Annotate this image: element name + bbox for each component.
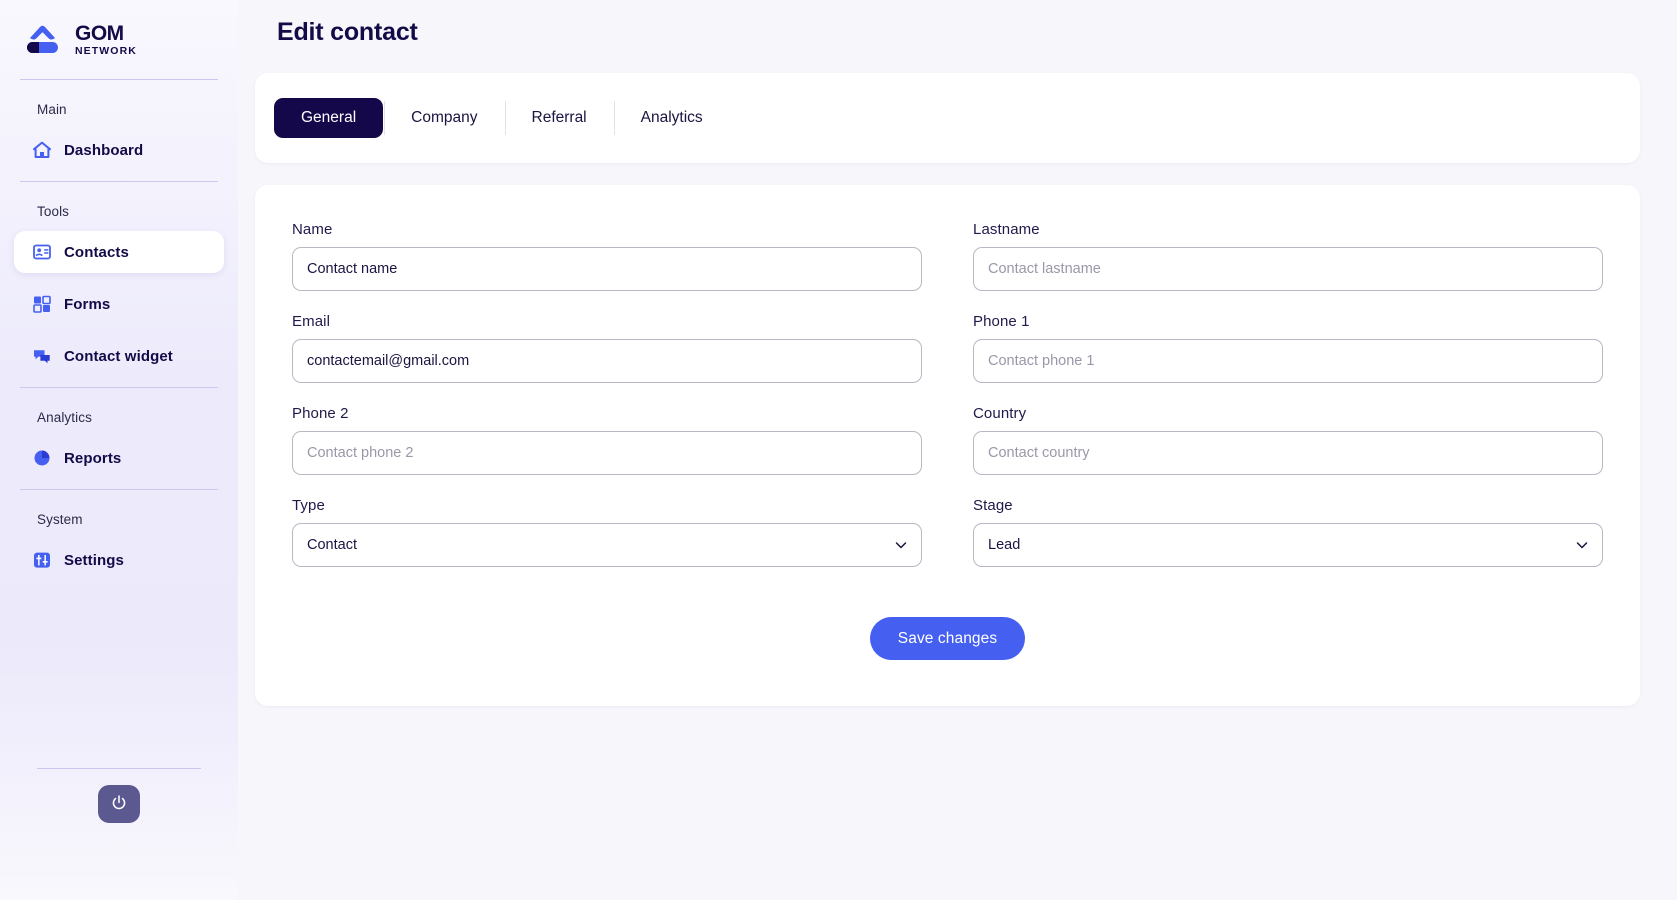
sidebar-item-contacts[interactable]: Contacts xyxy=(14,231,224,273)
tab-referral[interactable]: Referral xyxy=(504,98,614,138)
sidebar-divider-bottom xyxy=(37,768,201,769)
contact-card-icon xyxy=(32,242,52,262)
brand-text: GOM NETWORK xyxy=(75,23,137,57)
tab-general[interactable]: General xyxy=(274,98,384,138)
phone2-label: Phone 2 xyxy=(292,405,349,422)
field-email: Email xyxy=(292,313,922,383)
lastname-label: Lastname xyxy=(973,221,1040,238)
save-row: Save changes xyxy=(273,589,1622,660)
sidebar-item-label: Dashboard xyxy=(64,141,144,159)
sidebar-group-analytics: Reports xyxy=(0,437,238,489)
name-label: Name xyxy=(292,221,333,238)
forms-grid-icon xyxy=(32,294,52,314)
email-label: Email xyxy=(292,313,331,330)
page-title: Edit contact xyxy=(277,18,418,46)
sidebar-group-system: Settings xyxy=(0,539,238,591)
field-phone2: Phone 2 xyxy=(292,405,922,475)
field-name: Name xyxy=(292,221,922,291)
country-label: Country xyxy=(973,405,1027,422)
sidebar-item-label: Forms xyxy=(64,295,111,313)
lastname-input[interactable] xyxy=(973,247,1603,291)
sidebar-item-reports[interactable]: Reports xyxy=(14,437,224,479)
stage-select-wrap: Lead xyxy=(973,523,1603,567)
save-changes-button[interactable]: Save changes xyxy=(869,617,1026,660)
tab-label: Company xyxy=(411,109,478,126)
type-label: Type xyxy=(292,497,325,514)
sidebar-item-label: Settings xyxy=(64,551,124,569)
field-type: Type Contact xyxy=(292,497,922,567)
field-lastname: Lastname xyxy=(973,221,1603,291)
tab-label: Referral xyxy=(531,109,587,126)
field-stage: Stage Lead xyxy=(973,497,1603,567)
main-content: Edit contact General Company Referral An… xyxy=(238,0,1677,900)
cloud-arrow-logo-icon xyxy=(20,22,66,58)
phone1-label: Phone 1 xyxy=(973,313,1030,330)
sliders-icon xyxy=(32,550,52,570)
field-country: Country xyxy=(973,405,1603,475)
field-phone1: Phone 1 xyxy=(973,313,1603,383)
sidebar: GOM NETWORK Main Dashboard Tools Contact… xyxy=(0,0,238,900)
sidebar-group-tools: Contacts Forms Contact widget xyxy=(0,231,238,387)
brand-logo[interactable]: GOM NETWORK xyxy=(0,0,238,79)
tab-analytics[interactable]: Analytics xyxy=(613,98,730,138)
sidebar-section-main: Main xyxy=(37,102,67,117)
sidebar-section-tools: Tools xyxy=(37,204,70,219)
chat-bubbles-icon xyxy=(32,346,52,366)
sidebar-item-label: Reports xyxy=(64,449,122,467)
app-root: GOM NETWORK Main Dashboard Tools Contact… xyxy=(0,0,1677,900)
sidebar-section-system: System xyxy=(37,512,83,527)
tab-label: General xyxy=(301,109,357,126)
contact-form: Name Lastname Email Phone 1 Phone 2 xyxy=(255,185,1640,706)
brand-name: GOM xyxy=(75,21,124,45)
tab-company[interactable]: Company xyxy=(384,98,504,138)
type-select-wrap: Contact xyxy=(292,523,922,567)
pie-chart-icon xyxy=(32,448,52,468)
stage-label: Stage xyxy=(973,497,1013,514)
form-grid: Name Lastname Email Phone 1 Phone 2 xyxy=(273,221,1622,589)
sidebar-item-dashboard[interactable]: Dashboard xyxy=(14,129,224,171)
sidebar-item-label: Contacts xyxy=(64,243,129,261)
country-input[interactable] xyxy=(973,431,1603,475)
home-icon xyxy=(32,140,52,160)
name-input[interactable] xyxy=(292,247,922,291)
sidebar-item-label: Contact widget xyxy=(64,347,173,365)
sidebar-item-forms[interactable]: Forms xyxy=(14,283,224,325)
phone1-input[interactable] xyxy=(973,339,1603,383)
power-button[interactable] xyxy=(98,785,140,823)
tab-label: Analytics xyxy=(640,109,703,126)
type-select[interactable]: Contact xyxy=(292,523,922,567)
sidebar-section-analytics: Analytics xyxy=(37,410,92,425)
sidebar-item-contact-widget[interactable]: Contact widget xyxy=(14,335,224,377)
sidebar-item-settings[interactable]: Settings xyxy=(14,539,224,581)
brand-subtitle: NETWORK xyxy=(75,44,137,57)
power-icon xyxy=(110,794,128,815)
stage-select[interactable]: Lead xyxy=(973,523,1603,567)
email-input[interactable] xyxy=(292,339,922,383)
sidebar-group-main: Dashboard xyxy=(0,129,238,181)
tabs-bar: General Company Referral Analytics xyxy=(255,73,1640,163)
phone2-input[interactable] xyxy=(292,431,922,475)
